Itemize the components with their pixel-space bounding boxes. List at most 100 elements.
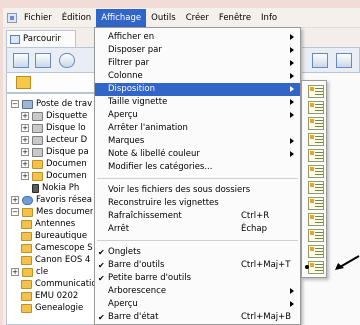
folder-icon	[21, 291, 32, 301]
folder-icon[interactable]	[16, 76, 31, 89]
collapse-icon[interactable]: −	[11, 100, 19, 108]
tree-item[interactable]: Canon EOS 4	[21, 254, 90, 266]
expand-icon[interactable]: +	[21, 160, 29, 168]
menu-item-barre-outils[interactable]: ✔ Barre d'outils Ctrl+Maj+T	[95, 259, 300, 272]
layout-1-icon[interactable]	[308, 85, 324, 98]
menu-edition[interactable]: Édition	[57, 9, 96, 27]
disk-icon	[32, 123, 43, 133]
expand-icon[interactable]: +	[11, 268, 19, 276]
left-toolbar	[6, 47, 96, 73]
menu-item-note-libelle[interactable]: Note & libellé couleur	[95, 148, 300, 161]
menu-item-marques[interactable]: Marques	[95, 135, 300, 148]
menu-fenetre[interactable]: Fenêtre	[214, 9, 256, 27]
layout-2-icon[interactable]	[308, 101, 324, 114]
layout-9-icon[interactable]	[308, 213, 324, 226]
layout-8-icon[interactable]	[308, 197, 324, 210]
menu-item-arreter-animation[interactable]: Arrêter l'animation	[95, 122, 300, 135]
tree-item[interactable]: Nokia Ph	[32, 182, 79, 194]
expand-icon[interactable]: +	[21, 148, 29, 156]
menu-separator	[97, 240, 298, 241]
menu-item-petite-barre-outils[interactable]: ✔ Petite barre d'outils	[95, 272, 300, 285]
folder-tree: − Poste de trav + Disquette + Disque lo + Le…	[6, 93, 98, 325]
app-icon	[7, 12, 17, 23]
menu-item-modifier-categories[interactable]: Modifier les catégories...	[95, 161, 300, 174]
submenu-arrow-icon	[290, 138, 294, 144]
image-toolbar-button[interactable]	[336, 53, 352, 68]
annotation-arrow-icon	[335, 255, 360, 270]
layout-10-icon[interactable]	[308, 229, 324, 242]
tree-item[interactable]: Bureautique	[21, 230, 87, 242]
tab-parcourir[interactable]: Parcourir	[6, 30, 76, 47]
tree-item[interactable]: Antennes	[21, 218, 75, 230]
checkmark-icon: ✔	[98, 313, 105, 322]
expand-icon[interactable]: +	[21, 112, 29, 120]
tree-item[interactable]: + Disque pa	[21, 146, 89, 158]
menu-item-colonne[interactable]: Colonne	[95, 70, 300, 83]
layout-5-icon[interactable]	[308, 149, 324, 162]
menu-item-taille-vignette[interactable]: Taille vignette	[95, 96, 300, 109]
layout-6-icon[interactable]	[308, 165, 324, 178]
network-icon	[22, 195, 33, 205]
menu-item-filtrer-par[interactable]: Filtrer par	[95, 57, 300, 70]
checkmark-icon: ✔	[98, 248, 105, 257]
tree-item[interactable]: + Disquette	[21, 110, 87, 122]
layout-3-icon[interactable]	[308, 117, 324, 130]
menu-fichier[interactable]: Fichier	[19, 9, 57, 27]
dvd-icon	[32, 135, 43, 145]
layout-4-icon[interactable]	[308, 133, 324, 146]
shortcut-label: Ctrl+Maj+T	[241, 260, 291, 270]
tab-label: Parcourir	[23, 34, 61, 44]
menu-item-reconstruire-vignettes[interactable]: Reconstruire les vignettes	[95, 197, 300, 210]
menu-item-arret[interactable]: Arrêt Échap	[95, 223, 300, 236]
tree-item[interactable]: − Mes documer	[11, 206, 93, 218]
menu-outils[interactable]: Outils	[146, 9, 181, 27]
folder-icon	[32, 171, 43, 181]
shortcut-label: Ctrl+Maj+B	[241, 312, 292, 322]
menu-item-voir-sous-dossiers[interactable]: Voir les fichiers des sous dossiers	[95, 184, 300, 197]
tree-item[interactable]: EMU 0202	[21, 290, 78, 302]
tree-item[interactable]: + Documen	[21, 170, 87, 182]
collapse-icon[interactable]: −	[11, 208, 19, 216]
menu-affichage[interactable]: Affichage	[96, 8, 147, 27]
menu-item-apercu[interactable]: Aperçu	[95, 109, 300, 122]
shortcut-label: Ctrl+R	[241, 211, 270, 221]
submenu-arrow-icon	[290, 73, 294, 79]
expand-icon[interactable]: +	[21, 172, 29, 180]
screen-toolbar-button[interactable]	[35, 53, 51, 68]
tree-item[interactable]: + Favoris résea	[11, 194, 92, 206]
refresh-toolbar-button[interactable]	[59, 53, 75, 68]
menu-item-arborescence[interactable]: Arborescence	[95, 285, 300, 298]
computer-icon	[22, 99, 33, 109]
folder-icon	[21, 219, 32, 229]
expand-icon[interactable]: +	[21, 124, 29, 132]
folder-icon	[21, 243, 32, 253]
submenu-arrow-icon	[290, 288, 294, 294]
tree-item[interactable]: − Poste de trav	[11, 98, 92, 110]
menu-item-rafraichissement[interactable]: Rafraîchissement Ctrl+R	[95, 210, 300, 223]
layout-12-icon[interactable]	[308, 261, 324, 274]
expand-icon[interactable]: +	[11, 196, 19, 204]
tree-item[interactable]: + Documen	[21, 158, 87, 170]
menu-creer[interactable]: Créer	[181, 9, 214, 27]
checkmark-icon: ✔	[98, 261, 105, 270]
menu-item-afficher-en[interactable]: Afficher en	[95, 31, 300, 44]
menu-info[interactable]: Info	[256, 9, 282, 27]
tree-item[interactable]: Communicatio	[21, 278, 97, 290]
tree-item[interactable]: + cle	[11, 266, 48, 278]
view-toolbar-button[interactable]	[13, 53, 29, 68]
menu-item-barre-etat[interactable]: ✔ Barre d'état Ctrl+Maj+B	[95, 311, 300, 324]
tree-item[interactable]: Genealogie	[21, 302, 83, 314]
folder-icon	[21, 279, 32, 289]
menu-item-apercu-2[interactable]: Aperçu	[95, 298, 300, 311]
layout-11-icon[interactable]	[308, 245, 324, 258]
monitor-toolbar-button[interactable]	[312, 53, 328, 68]
tree-item[interactable]: + Lecteur D	[21, 134, 87, 146]
tree-item[interactable]: + Disque lo	[21, 122, 86, 134]
tree-item[interactable]: Camescope S	[21, 242, 93, 254]
expand-icon[interactable]: +	[21, 136, 29, 144]
disk-icon	[32, 147, 43, 157]
layout-7-icon[interactable]	[308, 181, 324, 194]
menu-item-onglets[interactable]: ✔ Onglets	[95, 246, 300, 259]
menu-item-disposition[interactable]: Disposition	[95, 83, 300, 96]
menu-item-disposer-par[interactable]: Disposer par	[95, 44, 300, 57]
